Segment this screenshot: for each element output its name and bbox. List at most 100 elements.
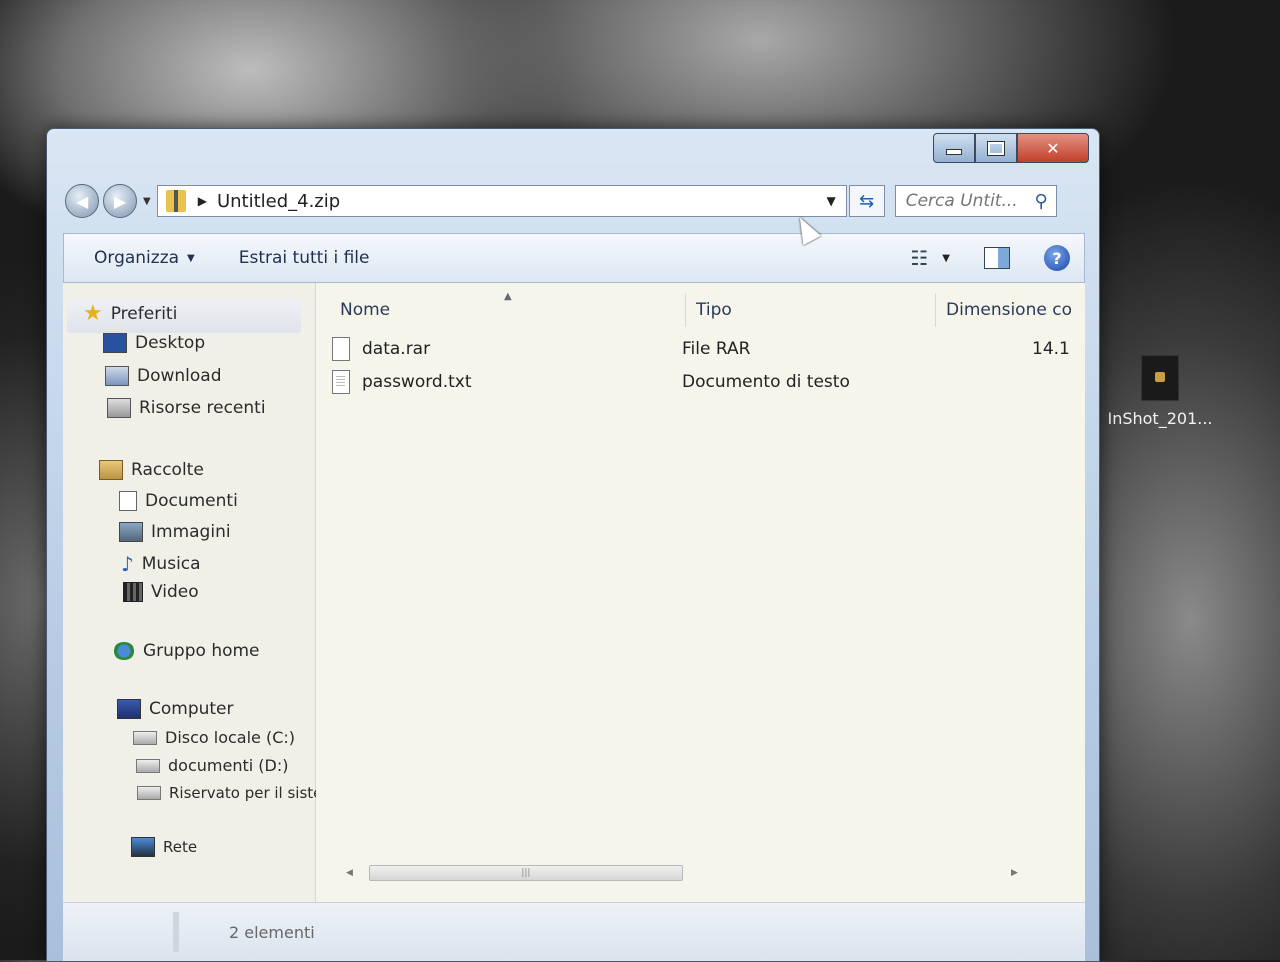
search-box[interactable]: ⚲: [894, 185, 1057, 217]
film-strip-icon: [123, 582, 143, 602]
address-dropdown-icon[interactable]: ▼: [826, 194, 835, 208]
file-row[interactable]: password.txt Documento di testo: [332, 368, 1052, 396]
hard-drive-icon: [137, 786, 161, 800]
nav-label: Raccolte: [131, 460, 204, 480]
column-header-size[interactable]: Dimensione co: [936, 293, 1084, 327]
organize-menu-button[interactable]: Organizza ▼: [94, 248, 195, 268]
scrollbar-thumb[interactable]: |||: [368, 865, 683, 881]
desktop-icon: [103, 333, 127, 353]
scroll-left-icon[interactable]: ◀: [346, 868, 353, 878]
nav-item-system-reserved[interactable]: Riservato per il sister: [137, 784, 329, 802]
address-bar[interactable]: ▶ Untitled_4.zip ▼: [156, 185, 847, 217]
libraries-icon: [99, 460, 123, 480]
status-bar: 2 elementi: [63, 902, 1085, 961]
nav-item-music[interactable]: ♪ Musica: [121, 552, 201, 576]
nav-label: Musica: [141, 554, 201, 574]
hard-drive-icon: [136, 758, 160, 773]
nav-item-recent[interactable]: Risorse recenti: [107, 398, 266, 418]
minimize-icon: [946, 149, 962, 155]
desktop-icon-label: InShot_201...: [1107, 409, 1213, 428]
nav-item-documents[interactable]: Documenti: [119, 491, 238, 511]
minimize-button[interactable]: [933, 133, 975, 163]
nav-homegroup[interactable]: Gruppo home: [113, 641, 260, 661]
nav-favorites[interactable]: ★ Preferiti: [83, 301, 177, 326]
search-input[interactable]: [903, 190, 1035, 212]
view-options-dropdown-icon[interactable]: ▼: [942, 253, 950, 264]
nav-item-pictures[interactable]: Immagini: [119, 522, 231, 542]
network-icon: [131, 837, 155, 857]
extract-label: Estrai tutti i file: [238, 248, 370, 268]
explorer-window: ✕ ◀ ▶ ▼ ▶ Untitled_4.zip ▼ ⇆ ⚲ Organizza…: [46, 128, 1100, 962]
video-file-icon: [1141, 355, 1179, 401]
chevron-down-icon: ▼: [187, 252, 195, 264]
nav-label: Video: [151, 582, 199, 602]
organize-label: Organizza: [94, 248, 180, 268]
breadcrumb-separator-icon[interactable]: ▶: [198, 194, 207, 208]
breadcrumb-current[interactable]: Untitled_4.zip: [217, 191, 340, 212]
recent-pages-dropdown[interactable]: ▼: [143, 196, 151, 207]
nav-item-drive-c[interactable]: Disco locale (C:): [133, 728, 295, 747]
pictures-icon: [119, 522, 143, 542]
nav-item-drive-d[interactable]: documenti (D:): [136, 756, 288, 775]
nav-item-video[interactable]: Video: [123, 582, 199, 602]
music-note-icon: ♪: [121, 552, 134, 576]
refresh-icon: ⇆: [859, 190, 875, 212]
back-button[interactable]: ◀: [65, 184, 99, 218]
column-label: Tipo: [696, 300, 732, 320]
column-label: Dimensione co: [946, 300, 1072, 320]
navigation-bar: ◀ ▶ ▼ ▶ Untitled_4.zip ▼ ⇆ ⚲: [65, 181, 1085, 221]
download-folder-icon: [105, 366, 129, 386]
help-icon[interactable]: ?: [1044, 245, 1070, 271]
caption-buttons: ✕: [933, 133, 1089, 163]
extract-all-button[interactable]: Estrai tutti i file: [239, 248, 370, 268]
desktop-icon-inshot[interactable]: InShot_201...: [1100, 355, 1220, 428]
nav-label: Immagini: [151, 522, 231, 542]
forward-arrow-icon: ▶: [113, 191, 127, 211]
nav-label: Computer: [149, 699, 234, 719]
column-header-name[interactable]: Nome ▲: [330, 293, 686, 327]
item-count: 2 elementi: [229, 922, 315, 942]
refresh-button[interactable]: ⇆: [848, 185, 885, 217]
file-size: 14.1: [1032, 339, 1070, 359]
search-icon[interactable]: ⚲: [1035, 191, 1048, 212]
zip-folder-icon: [165, 190, 186, 212]
nav-label: Disco locale (C:): [165, 728, 296, 747]
nav-label: Risorse recenti: [139, 398, 266, 418]
nav-item-desktop[interactable]: Desktop: [103, 333, 205, 353]
grip-icon: |||: [521, 868, 531, 878]
recent-places-icon: [107, 398, 131, 418]
maximize-icon: [987, 140, 1005, 156]
file-type: Documento di testo: [682, 372, 850, 392]
nav-label: Desktop: [135, 333, 206, 353]
nav-label: Gruppo home: [143, 641, 260, 661]
horizontal-scrollbar[interactable]: ◀ ||| ▶: [346, 865, 1026, 881]
star-icon: ★: [83, 301, 103, 326]
preview-pane-icon[interactable]: [984, 247, 1010, 269]
nav-label: Download: [137, 366, 222, 386]
back-arrow-icon: ◀: [75, 191, 89, 211]
nav-item-download[interactable]: Download: [105, 366, 222, 386]
file-type: File RAR: [682, 339, 751, 359]
view-details-icon[interactable]: ☷: [910, 246, 928, 270]
nav-label: Rete: [163, 838, 198, 856]
nav-libraries[interactable]: Raccolte: [99, 460, 204, 480]
text-file-icon: [332, 370, 350, 394]
nav-label: Preferiti: [110, 303, 178, 324]
maximize-button[interactable]: [975, 133, 1017, 163]
hard-drive-icon: [133, 730, 157, 745]
file-row[interactable]: data.rar File RAR 14.1: [332, 335, 1070, 363]
file-list: Nome ▲ Tipo Dimensione co data.rar File …: [316, 283, 1085, 961]
column-headers: Nome ▲ Tipo Dimensione co: [316, 293, 1085, 327]
documents-icon: [119, 491, 137, 511]
column-header-type[interactable]: Tipo: [686, 293, 936, 327]
close-button[interactable]: ✕: [1017, 133, 1089, 163]
nav-computer[interactable]: Computer: [117, 699, 234, 719]
column-label: Nome: [340, 300, 391, 320]
nav-label: Riservato per il sister: [169, 784, 329, 802]
nav-network[interactable]: Rete: [131, 837, 197, 857]
explorer-body: ★ Preferiti Desktop Download Risorse rec…: [63, 283, 1085, 961]
forward-button[interactable]: ▶: [103, 184, 137, 218]
sort-ascending-icon: ▲: [504, 293, 512, 302]
scroll-right-icon[interactable]: ▶: [1011, 868, 1018, 878]
nav-label: documenti (D:): [168, 756, 289, 775]
